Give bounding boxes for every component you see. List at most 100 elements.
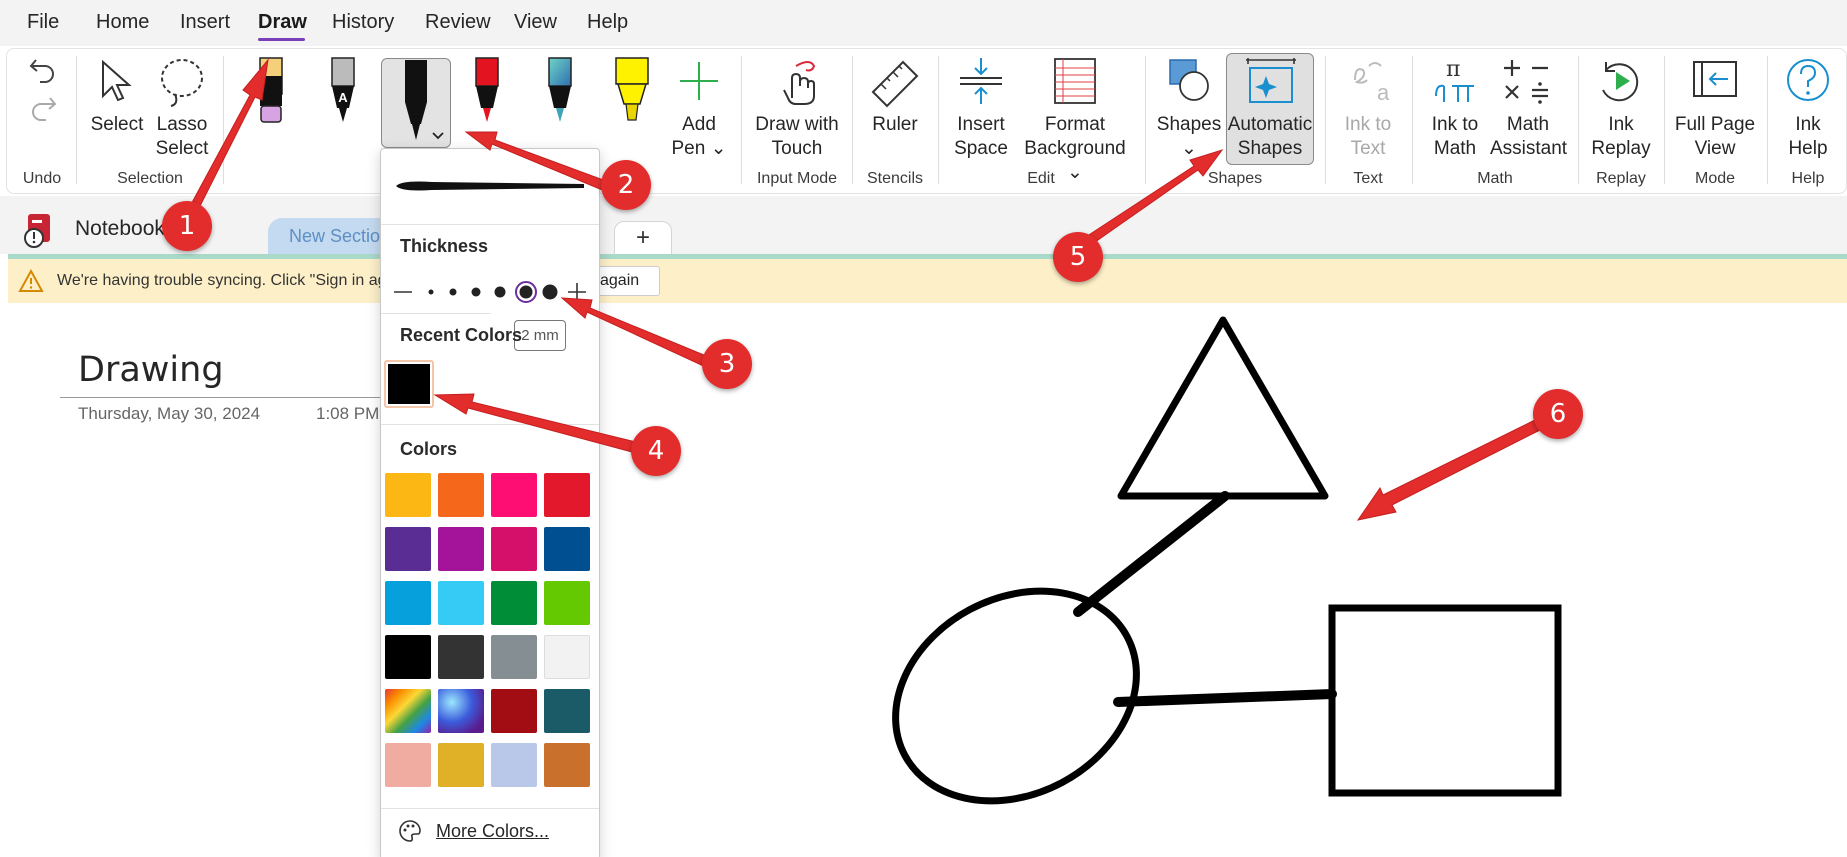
thickness-selector[interactable] bbox=[390, 280, 590, 304]
math-assistant-button[interactable]: Math Assistant bbox=[1490, 56, 1567, 159]
menu-home[interactable]: Home bbox=[96, 11, 149, 34]
ink-to-text-button[interactable]: a Ink to Text bbox=[1335, 56, 1401, 159]
shapes-label: Shapes bbox=[1156, 114, 1222, 135]
color-swatch[interactable] bbox=[491, 689, 537, 733]
galaxy-pen-icon[interactable] bbox=[545, 56, 575, 126]
ink-text-label-1: Ink to bbox=[1344, 114, 1392, 135]
color-swatch[interactable] bbox=[438, 473, 484, 517]
callout-badge-4: 4 bbox=[631, 426, 681, 476]
thickness-option[interactable] bbox=[428, 289, 434, 295]
pencil-pen-icon[interactable]: A bbox=[328, 56, 358, 126]
automatic-shapes-button[interactable]: Automatic Shapes bbox=[1226, 56, 1314, 159]
color-swatch[interactable] bbox=[491, 635, 537, 679]
color-swatch[interactable] bbox=[544, 581, 590, 625]
eraser-pen-icon[interactable] bbox=[256, 56, 286, 126]
menu-insert[interactable]: Insert bbox=[180, 11, 230, 34]
color-swatch[interactable] bbox=[438, 635, 484, 679]
color-swatch[interactable] bbox=[544, 527, 590, 571]
redo-icon[interactable] bbox=[28, 94, 58, 122]
color-swatch[interactable] bbox=[438, 581, 484, 625]
color-swatch[interactable] bbox=[438, 527, 484, 571]
shapes-group-label: Shapes bbox=[1207, 170, 1263, 187]
full-page-view-button[interactable]: Full Page View bbox=[1672, 56, 1758, 159]
thickness-label: Thickness bbox=[400, 236, 489, 256]
title-underline bbox=[60, 397, 390, 398]
more-colors-button[interactable]: More Colors... bbox=[396, 818, 596, 846]
draw-with-touch-button[interactable]: Draw with Touch bbox=[752, 56, 842, 159]
color-swatch[interactable] bbox=[491, 743, 537, 787]
add-section-button[interactable]: + bbox=[614, 221, 672, 255]
ink-math-label-1: Ink to bbox=[1431, 114, 1479, 135]
shapes-button[interactable]: Shapes ⌄ bbox=[1156, 56, 1222, 159]
chevron-down-icon[interactable] bbox=[431, 130, 445, 142]
ink-replay-button[interactable]: Ink Replay bbox=[1588, 56, 1654, 159]
black-pen-icon[interactable] bbox=[398, 58, 434, 144]
menu-history[interactable]: History bbox=[332, 11, 394, 34]
color-swatch[interactable] bbox=[544, 743, 590, 787]
thickness-option[interactable] bbox=[542, 284, 558, 300]
color-swatch[interactable] bbox=[385, 527, 431, 571]
add-pen-button[interactable]: Add Pen ⌄ bbox=[670, 56, 728, 159]
ink-to-math-button[interactable]: π Ink to Math bbox=[1422, 56, 1488, 159]
rectangle-shape[interactable] bbox=[1328, 604, 1562, 797]
color-swatch[interactable] bbox=[385, 473, 431, 517]
plus-icon bbox=[680, 62, 718, 100]
thickness-option[interactable] bbox=[471, 287, 481, 297]
edit-group-label: Edit bbox=[1027, 170, 1055, 187]
drawing-canvas[interactable] bbox=[860, 300, 1580, 840]
cursor-icon bbox=[102, 59, 132, 102]
lasso-icon bbox=[161, 59, 203, 107]
page-title[interactable]: Drawing bbox=[78, 350, 224, 390]
lasso-label-2: Select bbox=[155, 138, 209, 159]
full-page-icon bbox=[1693, 61, 1737, 97]
color-swatch[interactable] bbox=[491, 581, 537, 625]
color-swatch[interactable] bbox=[438, 743, 484, 787]
sign-in-again-button[interactable]: again bbox=[590, 266, 660, 296]
ink-replay-label-2: Replay bbox=[1591, 138, 1651, 159]
select-button[interactable]: Select bbox=[88, 56, 146, 156]
menu-review[interactable]: Review bbox=[425, 11, 491, 34]
thickness-option[interactable] bbox=[494, 286, 506, 298]
svg-text:A: A bbox=[338, 90, 348, 105]
menu-help[interactable]: Help bbox=[587, 11, 628, 34]
color-swatch[interactable] bbox=[385, 581, 431, 625]
notebook-icon[interactable] bbox=[22, 210, 56, 248]
full-page-label-1: Full Page bbox=[1674, 114, 1756, 135]
format-background-button[interactable]: Format Background ⌄ bbox=[1015, 56, 1135, 183]
menu-draw[interactable]: Draw bbox=[258, 11, 307, 34]
undo-icon[interactable] bbox=[28, 56, 58, 84]
menu-view[interactable]: View bbox=[514, 11, 557, 34]
ink-help-button[interactable]: Ink Help bbox=[1778, 56, 1838, 159]
notebook-name[interactable]: Notebook bbox=[75, 217, 165, 241]
full-page-label-2: View bbox=[1694, 138, 1736, 159]
color-swatch[interactable] bbox=[544, 689, 590, 733]
ruler-label: Ruler bbox=[872, 114, 918, 135]
red-pen-icon[interactable] bbox=[472, 56, 502, 126]
color-swatch[interactable] bbox=[544, 635, 590, 679]
recent-color-swatch[interactable] bbox=[388, 364, 430, 404]
color-swatch[interactable] bbox=[385, 635, 431, 679]
color-swatch[interactable] bbox=[491, 527, 537, 571]
thickness-option[interactable] bbox=[449, 288, 457, 296]
thickness-selected-option[interactable] bbox=[515, 281, 537, 303]
recent-color-swatch-frame[interactable] bbox=[384, 360, 434, 408]
menu-file[interactable]: File bbox=[27, 11, 59, 34]
connector-line[interactable] bbox=[1073, 491, 1230, 617]
color-swatch[interactable] bbox=[438, 689, 484, 733]
shapes-icon bbox=[1169, 59, 1209, 101]
ruler-button[interactable]: Ruler bbox=[865, 56, 925, 156]
connector-line[interactable] bbox=[1113, 689, 1337, 707]
triangle-shape[interactable] bbox=[1117, 316, 1329, 500]
color-swatch[interactable] bbox=[385, 743, 431, 787]
color-swatch[interactable] bbox=[385, 689, 431, 733]
math-assistant-label-1: Math bbox=[1506, 114, 1550, 135]
lasso-select-button[interactable]: Lasso Select bbox=[151, 56, 213, 159]
ellipse-shape[interactable] bbox=[860, 550, 1173, 840]
highlighter-pen-icon[interactable] bbox=[612, 56, 652, 126]
insert-space-button[interactable]: Insert Space bbox=[950, 56, 1012, 159]
color-swatch[interactable] bbox=[491, 473, 537, 517]
thickness-plus-icon[interactable] bbox=[568, 283, 586, 301]
help-group-label: Help bbox=[1791, 170, 1825, 187]
color-swatch[interactable] bbox=[544, 473, 590, 517]
lasso-label-1: Lasso bbox=[156, 114, 208, 135]
